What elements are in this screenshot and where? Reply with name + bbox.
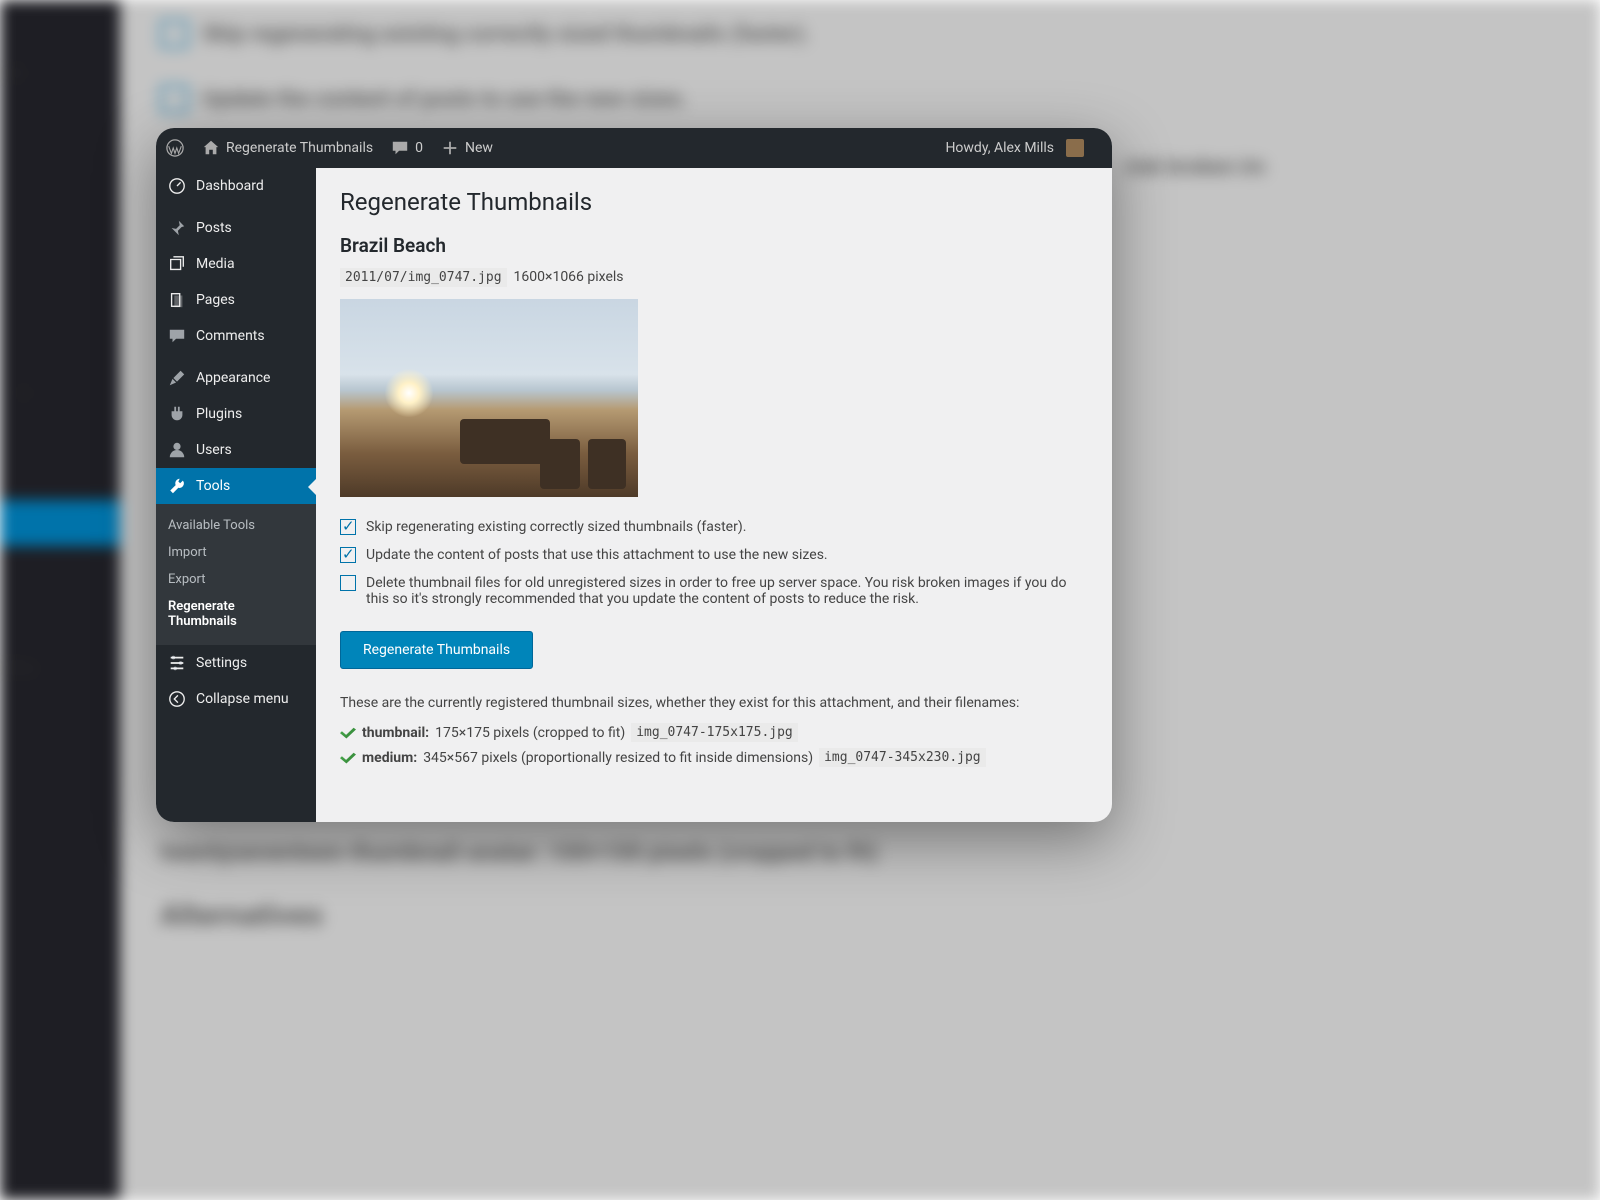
main-content: Regenerate Thumbnails Brazil Beach 2011/… [316,168,1112,822]
size-row-medium: medium: 345×567 pixels (proportionally r… [340,748,1088,767]
brush-icon [168,369,186,387]
file-path: 2011/07/img_0747.jpg [340,268,507,287]
comment-icon [168,327,186,345]
nav-dashboard[interactable]: Dashboard [156,168,316,204]
size-desc: 175×175 pixels (cropped to fit) [435,725,625,741]
image-dimensions: 1600×1066 pixels [514,269,624,285]
wp-logo[interactable] [166,139,184,157]
label-skip: Skip regenerating existing correctly siz… [366,519,746,535]
comments-link[interactable]: 0 [391,139,423,157]
tools-submenu: Available Tools Import Export Regenerate… [156,504,316,645]
sizes-intro: These are the currently registered thumb… [340,695,1088,711]
collapse-menu[interactable]: Collapse menu [156,681,316,717]
subnav-import[interactable]: Import [156,539,316,566]
page-title: Regenerate Thumbnails [340,188,1088,216]
user-icon [168,441,186,459]
nav-posts[interactable]: Posts [156,210,316,246]
attachment-title: Brazil Beach [340,234,1088,257]
admin-sidebar: Dashboard Posts Media Pages Comments App… [156,168,316,822]
nav-appearance[interactable]: Appearance [156,360,316,396]
new-link[interactable]: New [441,139,493,157]
dashboard-icon [168,177,186,195]
nav-settings[interactable]: Settings [156,645,316,681]
user-avatar [1066,139,1084,157]
subnav-available-tools[interactable]: Available Tools [156,512,316,539]
size-name: thumbnail: [362,725,429,741]
home-icon [202,139,220,157]
size-file: img_0747-175x175.jpg [631,723,798,742]
label-update: Update the content of posts that use thi… [366,547,828,563]
attachment-meta: 2011/07/img_0747.jpg 1600×1066 pixels [340,269,1088,285]
nav-pages[interactable]: Pages [156,282,316,318]
nav-comments[interactable]: Comments [156,318,316,354]
size-row-thumbnail: thumbnail: 175×175 pixels (cropped to fi… [340,723,1088,742]
media-icon [168,255,186,273]
pin-icon [168,219,186,237]
size-name: medium: [362,750,417,766]
wrench-icon [168,477,186,495]
plug-icon [168,405,186,423]
pages-icon [168,291,186,309]
wordpress-icon [166,139,184,157]
screenshot-window: Regenerate Thumbnails 0 New Howdy, Alex … [156,128,1112,822]
checkbox-skip[interactable] [340,519,356,535]
checkbox-delete[interactable] [340,575,356,591]
nav-tools[interactable]: Tools [156,468,316,504]
nav-media[interactable]: Media [156,246,316,282]
user-greeting[interactable]: Howdy, Alex Mills [945,139,1084,157]
image-preview [340,299,638,497]
collapse-icon [168,690,186,708]
regenerate-button[interactable]: Regenerate Thumbnails [340,631,533,669]
label-delete: Delete thumbnail files for old unregiste… [366,575,1088,607]
sliders-icon [168,654,186,672]
plus-icon [441,139,459,157]
admin-toolbar: Regenerate Thumbnails 0 New Howdy, Alex … [156,128,1112,168]
checkbox-update[interactable] [340,547,356,563]
size-file: img_0747-345x230.jpg [819,748,986,767]
nav-plugins[interactable]: Plugins [156,396,316,432]
subnav-regenerate[interactable]: Regenerate Thumbnails [156,593,316,635]
check-icon [340,752,356,764]
nav-users[interactable]: Users [156,432,316,468]
subnav-export[interactable]: Export [156,566,316,593]
size-desc: 345×567 pixels (proportionally resized t… [423,750,813,766]
check-icon [340,727,356,739]
comment-icon [391,139,409,157]
site-link[interactable]: Regenerate Thumbnails [202,139,373,157]
